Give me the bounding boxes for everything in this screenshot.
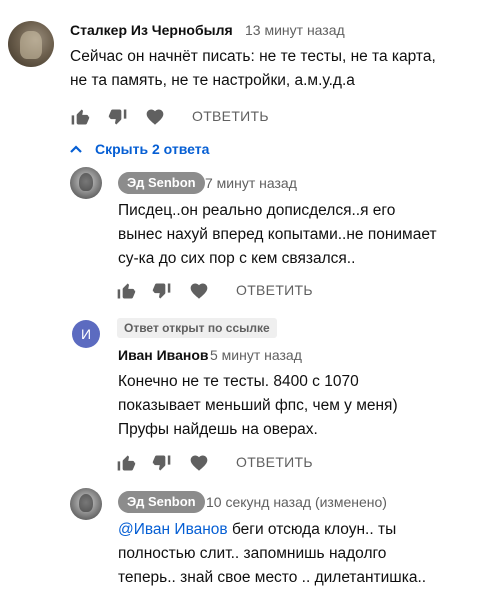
hide-replies-label: Скрыть 2 ответа bbox=[95, 141, 210, 157]
heart-icon[interactable] bbox=[189, 453, 209, 473]
reply-timestamp[interactable]: 10 секунд назад (изменено) bbox=[206, 494, 387, 510]
reply-text-line: Пруфы найдешь на оверах. bbox=[118, 421, 318, 438]
reply-button[interactable]: ОТВЕТИТЬ bbox=[236, 282, 313, 298]
linked-reply-badge: Ответ открыт по ссылке bbox=[117, 318, 277, 338]
reply-actions: ОТВЕТИТЬ bbox=[116, 451, 326, 475]
comment-text: Сейчас он начнёт писать: не те тесты, не… bbox=[70, 45, 436, 93]
reply-timestamp[interactable]: 5 минут назад bbox=[210, 347, 302, 363]
reply-author[interactable]: Иван Иванов bbox=[118, 347, 209, 363]
avatar[interactable] bbox=[8, 21, 54, 67]
reply-button[interactable]: ОТВЕТИТЬ bbox=[192, 108, 269, 124]
reply-text-line: @Иван Иванов беги отсюда клоун.. ты bbox=[118, 518, 426, 542]
reply-text-line: полностью слит.. запомнишь надолго bbox=[118, 545, 387, 562]
reply-text: Писдец..он реально дописделся..я его вын… bbox=[118, 199, 437, 271]
reply-text-line: Писдец..он реально дописделся..я его bbox=[118, 202, 396, 219]
avatar[interactable] bbox=[70, 167, 102, 199]
reply-text-line: су-ка до сих пор с кем связался.. bbox=[118, 250, 356, 267]
comment-author[interactable]: Сталкер Из Чернобыля bbox=[70, 22, 233, 38]
reply-text-line: показывает меньший фпс, чем у меня) bbox=[118, 397, 398, 414]
like-icon[interactable] bbox=[116, 453, 136, 473]
dislike-icon[interactable] bbox=[108, 107, 128, 127]
author-chip[interactable]: Эд Senbon bbox=[118, 491, 205, 513]
reply-text-fragment: беги отсюда клоун.. ты bbox=[227, 521, 397, 538]
heart-icon[interactable] bbox=[189, 281, 209, 301]
user-mention-link[interactable]: @Иван Иванов bbox=[118, 521, 228, 538]
comment-text-line: Сейчас он начнёт писать: не те тесты, не… bbox=[70, 48, 436, 65]
comment-actions: ОТВЕТИТЬ bbox=[70, 105, 290, 129]
dislike-icon[interactable] bbox=[152, 453, 172, 473]
heart-icon[interactable] bbox=[145, 107, 165, 127]
reply-text: @Иван Иванов беги отсюда клоун.. ты полн… bbox=[118, 518, 426, 590]
chevron-up-icon bbox=[70, 145, 82, 153]
reply-button[interactable]: ОТВЕТИТЬ bbox=[236, 454, 313, 470]
reply-timestamp[interactable]: 7 минут назад bbox=[205, 175, 297, 191]
comment-text-line: не та память, не те настройки, а.м.у.д.а bbox=[70, 72, 355, 89]
avatar[interactable]: И bbox=[72, 320, 100, 348]
reply-text-line: вынес нахуй вперед копытами..не понимает bbox=[118, 226, 437, 243]
dislike-icon[interactable] bbox=[152, 281, 172, 301]
reply-actions: ОТВЕТИТЬ bbox=[116, 279, 326, 303]
reply-text-line: Конечно не те тесты. 8400 с 1070 bbox=[118, 373, 359, 390]
comment-timestamp[interactable]: 13 минут назад bbox=[245, 22, 345, 38]
like-icon[interactable] bbox=[70, 107, 90, 127]
author-chip[interactable]: Эд Senbon bbox=[118, 172, 205, 194]
hide-replies-button[interactable]: Скрыть 2 ответа bbox=[70, 139, 209, 159]
reply-text-line: теперь.. знай свое место .. дилетантишка… bbox=[118, 569, 427, 586]
like-icon[interactable] bbox=[116, 281, 136, 301]
reply-text: Конечно не те тесты. 8400 с 1070 показыв… bbox=[118, 370, 398, 442]
avatar[interactable] bbox=[70, 488, 102, 520]
